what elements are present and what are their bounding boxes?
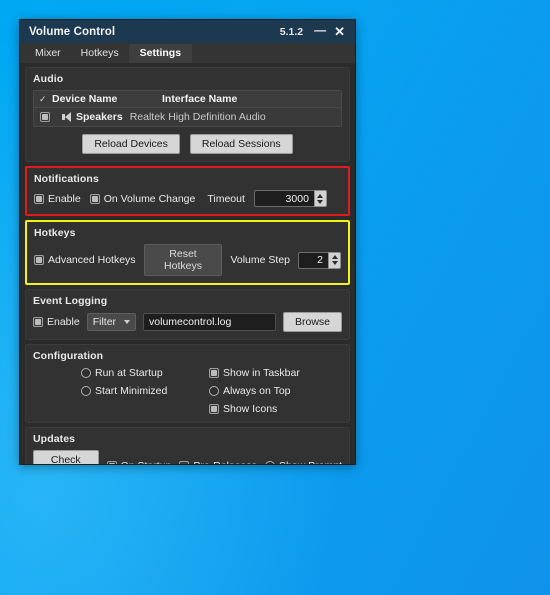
configuration-left-column: Run at Startup Start Minimized <box>81 367 209 415</box>
show-prompt-checkbox[interactable]: Show Prompt <box>264 460 342 464</box>
run-at-startup-checkbox[interactable]: Run at Startup <box>81 367 209 379</box>
check-column-icon: ✓ <box>39 93 47 104</box>
window-titlebar[interactable]: Volume Control 5.1.2 — ✕ <box>20 20 355 43</box>
always-on-top-checkbox[interactable]: Always on Top <box>209 385 300 397</box>
updates-group-title: Updates <box>33 433 76 445</box>
check-now-button[interactable]: Check Now <box>33 450 99 464</box>
configuration-group: Configuration Run at Startup Start Minim… <box>25 344 350 423</box>
show-in-taskbar-checkbox[interactable]: Show in Taskbar <box>209 367 300 379</box>
tab-settings[interactable]: Settings <box>128 44 193 63</box>
volume-step-label: Volume Step <box>230 254 290 266</box>
close-icon[interactable]: ✕ <box>330 24 349 39</box>
chevron-up-icon <box>317 193 324 198</box>
start-minimized-label: Start Minimized <box>95 385 168 397</box>
show-icons-checkbox[interactable]: Show Icons <box>209 403 300 415</box>
configuration-options: Run at Startup Start Minimized Show in T… <box>33 367 342 415</box>
speaker-icon <box>62 111 74 123</box>
reload-sessions-button[interactable]: Reload Sessions <box>189 134 293 154</box>
event-logging-group-title: Event Logging <box>33 295 108 307</box>
timeout-stepper[interactable] <box>253 190 327 207</box>
chevron-down-icon <box>124 320 131 324</box>
tab-bar: Mixer Hotkeys Settings <box>20 43 355 63</box>
tab-mixer[interactable]: Mixer <box>25 44 71 63</box>
updates-on-startup-checkbox[interactable]: On Startup <box>106 460 172 464</box>
configuration-group-title: Configuration <box>33 350 104 362</box>
chevron-up-icon <box>331 255 338 259</box>
show-prompt-label: Show Prompt <box>279 460 342 464</box>
notifications-row: Enable On Volume Change Timeout <box>34 190 341 207</box>
on-volume-change-checkbox[interactable]: On Volume Change <box>89 192 196 205</box>
logging-enable-checkbox[interactable]: Enable <box>33 316 80 328</box>
version-label: 5.1.2 <box>279 25 304 38</box>
device-name-value: Speakers <box>76 111 123 123</box>
notifications-group: Notifications Enable On Volume Change Ti… <box>25 166 350 216</box>
updates-group: Updates Check Now On Startup Pre-Release… <box>25 427 350 464</box>
volume-step-stepper-arrows[interactable] <box>328 251 341 269</box>
hotkeys-group: Hotkeys Advanced Hotkeys Reset Hotkeys V… <box>25 220 350 285</box>
advanced-hotkeys-label: Advanced Hotkeys <box>48 254 136 266</box>
hotkeys-group-title: Hotkeys <box>34 227 76 239</box>
window-title: Volume Control <box>29 25 116 38</box>
device-enabled-checkbox[interactable] <box>40 112 50 122</box>
minimize-icon[interactable]: — <box>310 23 330 37</box>
chevron-down-icon <box>331 261 338 265</box>
table-row[interactable]: Speakers Realtek High Definition Audio <box>34 108 341 126</box>
timeout-stepper-arrows[interactable] <box>313 190 327 207</box>
audio-group-title: Audio <box>33 73 64 85</box>
logging-enable-label: Enable <box>47 316 80 328</box>
pre-releases-checkbox[interactable]: Pre-Releases <box>179 460 257 464</box>
start-minimized-checkbox[interactable]: Start Minimized <box>81 385 209 397</box>
tab-hotkeys[interactable]: Hotkeys <box>71 44 129 63</box>
column-interface-name: Interface Name <box>162 93 238 105</box>
volume-step-stepper[interactable] <box>298 251 341 269</box>
log-path-input[interactable] <box>143 313 276 331</box>
browse-button[interactable]: Browse <box>282 312 342 332</box>
log-filter-label: Filter <box>92 316 117 328</box>
advanced-hotkeys-checkbox[interactable]: Advanced Hotkeys <box>34 254 136 266</box>
on-volume-change-label: On Volume Change <box>103 192 196 205</box>
always-on-top-label: Always on Top <box>223 385 291 397</box>
timeout-input[interactable] <box>253 190 314 207</box>
volume-step-input[interactable] <box>298 251 328 269</box>
event-logging-row: Enable Filter Browse <box>33 312 342 332</box>
device-table: ✓ Device Name Interface Name Speakers Re… <box>33 90 342 127</box>
run-at-startup-label: Run at Startup <box>95 367 163 379</box>
column-device-name: Device Name <box>52 93 118 105</box>
reload-devices-button[interactable]: Reload Devices <box>82 134 180 154</box>
timeout-label: Timeout <box>207 192 245 205</box>
hotkeys-row: Advanced Hotkeys Reset Hotkeys Volume St… <box>34 244 341 276</box>
pre-releases-label: Pre-Releases <box>193 460 257 464</box>
audio-buttons: Reload Devices Reload Sessions <box>33 134 342 154</box>
show-in-taskbar-label: Show in Taskbar <box>223 367 300 379</box>
show-icons-label: Show Icons <box>223 403 278 415</box>
device-interface-value: Realtek High Definition Audio <box>129 111 266 123</box>
settings-panel: Audio ✓ Device Name Interface Name Speak… <box>20 63 355 464</box>
chevron-down-icon <box>317 199 324 204</box>
updates-on-startup-label: On Startup <box>121 460 172 464</box>
configuration-right-column: Show in Taskbar Always on Top Show Icons <box>209 367 300 415</box>
event-logging-group: Event Logging Enable Filter Browse <box>25 289 350 340</box>
audio-group: Audio ✓ Device Name Interface Name Speak… <box>25 67 350 162</box>
device-table-header: ✓ Device Name Interface Name <box>34 91 341 108</box>
notifications-group-title: Notifications <box>34 173 99 185</box>
notifications-enable-checkbox[interactable]: Enable <box>34 193 81 205</box>
updates-row: Check Now On Startup Pre-Releases Show P… <box>33 450 342 464</box>
reset-hotkeys-button[interactable]: Reset Hotkeys <box>143 244 223 276</box>
notifications-enable-label: Enable <box>48 192 81 205</box>
volume-control-window: Volume Control 5.1.2 — ✕ Mixer Hotkeys S… <box>19 19 356 465</box>
log-filter-dropdown[interactable]: Filter <box>86 313 137 331</box>
